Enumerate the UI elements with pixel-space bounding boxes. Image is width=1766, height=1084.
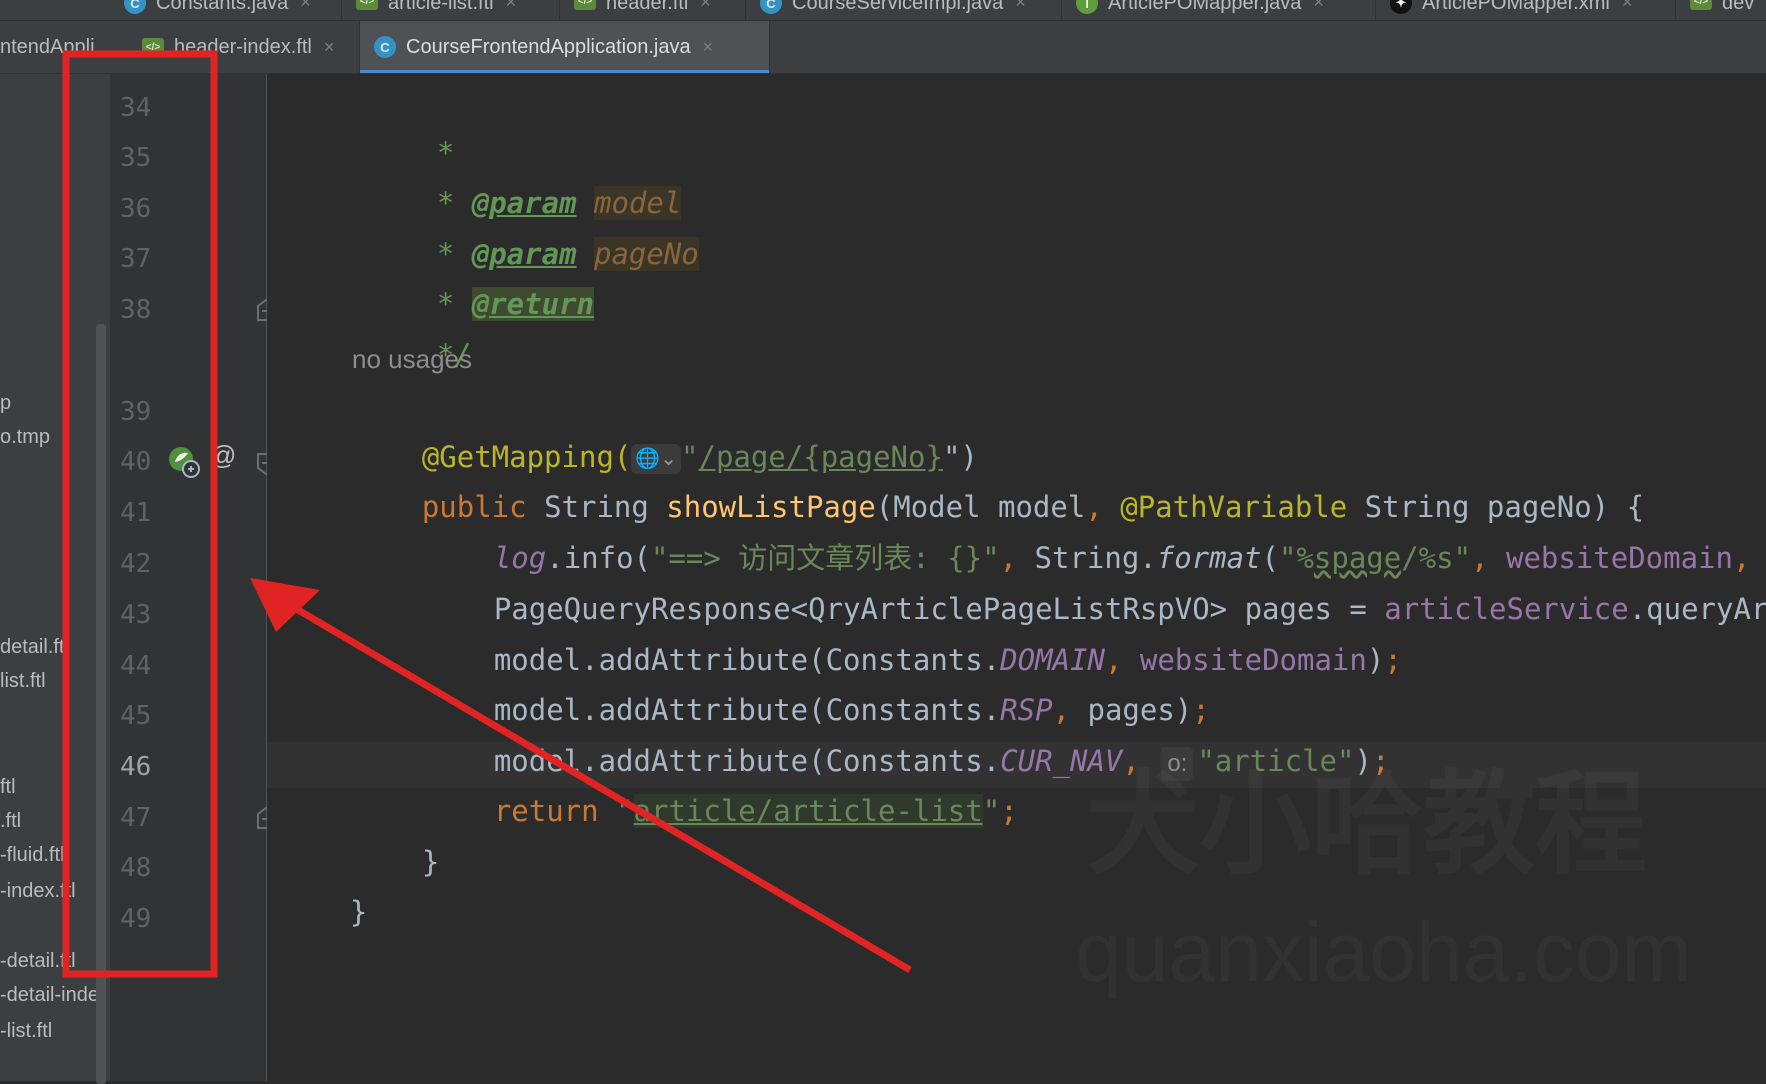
truncated-code: .queryArti — [1628, 592, 1766, 626]
project-tree-item[interactable]: ftl — [0, 776, 16, 799]
project-panel-scrollbar[interactable] — [96, 324, 106, 1084]
ftl-file-icon: </> — [142, 38, 164, 56]
project-tree-item[interactable]: detail.ftl — [0, 636, 69, 659]
string-literal: " — [616, 794, 634, 828]
interface-icon: I — [1076, 0, 1098, 14]
close-icon[interactable]: × — [1622, 0, 1633, 13]
usages-inlay-hint[interactable]: no usages — [352, 344, 472, 375]
project-tree-item[interactable]: list.ftl — [0, 670, 46, 693]
close-icon[interactable]: × — [506, 0, 517, 13]
project-tree-item[interactable]: p — [0, 392, 11, 415]
tab-course-service-impl[interactable]: C CourseServiceImpl.java × — [746, 0, 1062, 20]
java-class-icon: C — [124, 0, 146, 14]
punctuation: ; — [1000, 794, 1018, 828]
editor-tab-bar-bottom: ntendAppli </> header-index.ftl × C Cour… — [0, 21, 1766, 74]
line-number: 47 — [120, 803, 152, 833]
line-number: 39 — [120, 397, 152, 427]
line-number: 44 — [120, 651, 152, 681]
line-number: 38 — [120, 295, 152, 325]
tab-label: CourseFrontendApplication.java — [406, 35, 691, 58]
code-line-46: return "article/article-list"; — [424, 742, 1018, 880]
punctuation: ) — [1366, 643, 1385, 677]
line-number: 45 — [120, 701, 152, 731]
tab-frontend-application-partial[interactable]: ntendAppli — [0, 21, 128, 73]
watermark-chinese: 犬小哈教程 — [1087, 734, 1647, 896]
editor-gutter: 34 35 36 37 38 39 40 41 42 43 44 45 46 4… — [110, 74, 266, 1081]
project-tree-item[interactable]: -detail-inde — [0, 984, 99, 1007]
tab-label: header.ftl — [606, 0, 689, 14]
project-tree-panel: p o.tmp detail.ftl list.ftl ftl .ftl -fl… — [0, 74, 111, 1084]
ftl-file-icon: </> — [574, 0, 596, 10]
line-number: 43 — [120, 600, 152, 630]
template-path-link[interactable]: article/article-list — [633, 794, 983, 828]
spring-boot-app-icon: C — [374, 36, 396, 58]
tab-label: dev — [1722, 0, 1755, 14]
line-number-current: 46 — [120, 752, 152, 782]
field-reference: articleService — [1384, 592, 1629, 626]
keyword: return — [493, 794, 617, 828]
tab-label: ntendAppli — [0, 35, 95, 58]
line-number: 35 — [120, 143, 152, 173]
tab-label: CourseServiceImpl.java — [792, 0, 1004, 14]
line-number: 42 — [120, 549, 152, 579]
punctuation: ; — [1384, 643, 1402, 677]
close-icon[interactable]: × — [300, 0, 311, 13]
close-icon[interactable]: × — [700, 0, 711, 13]
javadoc-tag: @return — [471, 287, 594, 321]
code-line-48: } — [280, 843, 367, 981]
tab-header-ftl[interactable]: </> header.ftl × — [560, 0, 746, 20]
editor-tab-bar-top: C Constants.java × </> article-list.ftl … — [0, 0, 1766, 21]
at-mapping-icon[interactable]: @ — [210, 440, 236, 471]
line-number: 40 — [120, 447, 152, 477]
closing-brace: } — [421, 845, 440, 879]
mybatis-xml-icon: ✦ — [1390, 0, 1412, 14]
watermark-url: quanxiaoha.com — [1075, 904, 1691, 1001]
tab-label: article-list.ftl — [388, 0, 494, 14]
line-number: 41 — [120, 498, 152, 528]
tab-article-list-ftl[interactable]: </> article-list.ftl × — [342, 0, 560, 20]
line-number: 36 — [120, 194, 152, 224]
close-icon[interactable]: × — [1015, 0, 1026, 13]
close-icon[interactable]: × — [324, 37, 335, 58]
project-tree-item[interactable]: o.tmp — [0, 426, 50, 449]
javadoc-param-name: pageNo — [594, 237, 699, 271]
project-tree-item[interactable]: -index.ftl — [0, 880, 76, 903]
tab-label: ArticlePOMapper.java — [1108, 0, 1302, 14]
line-number: 49 — [120, 904, 152, 934]
tab-article-po-mapper-xml[interactable]: ✦ ArticlePOMapper.xml × — [1376, 0, 1676, 20]
tab-dev[interactable]: </> dev — [1676, 0, 1766, 20]
tab-header-index-ftl[interactable]: </> header-index.ftl × — [128, 21, 360, 73]
closing-brace: } — [349, 895, 368, 929]
line-number: 37 — [120, 244, 152, 274]
tab-label: Constants.java — [156, 0, 289, 14]
tab-label: ArticlePOMapper.xml — [1422, 0, 1610, 14]
code-editor[interactable]: * * @param model * @param pageNo * @retu… — [267, 74, 1766, 1081]
line-number: 48 — [120, 853, 152, 883]
project-tree-item[interactable]: .ftl — [0, 810, 21, 833]
string-literal: " — [982, 794, 1001, 828]
tab-article-po-mapper-java[interactable]: I ArticlePOMapper.java × — [1062, 0, 1376, 20]
ftl-file-icon: </> — [356, 0, 378, 10]
tab-course-frontend-application[interactable]: C CourseFrontendApplication.java × — [360, 21, 770, 73]
line-number: 34 — [120, 93, 152, 123]
project-tree-item[interactable]: -detail.ftl — [0, 950, 76, 973]
java-class-icon: C — [760, 0, 782, 14]
ftl-file-icon: </> — [1690, 0, 1712, 10]
project-tree-item[interactable]: -list.ftl — [0, 1020, 52, 1043]
close-icon[interactable]: × — [703, 37, 714, 58]
close-icon[interactable]: × — [1313, 0, 1324, 13]
project-tree-item[interactable]: -fluid.ftl — [0, 844, 64, 867]
spring-bean-run-icon[interactable] — [166, 444, 202, 480]
tab-label: header-index.ftl — [174, 35, 312, 58]
tab-constants-java[interactable]: C Constants.java × — [110, 0, 342, 20]
